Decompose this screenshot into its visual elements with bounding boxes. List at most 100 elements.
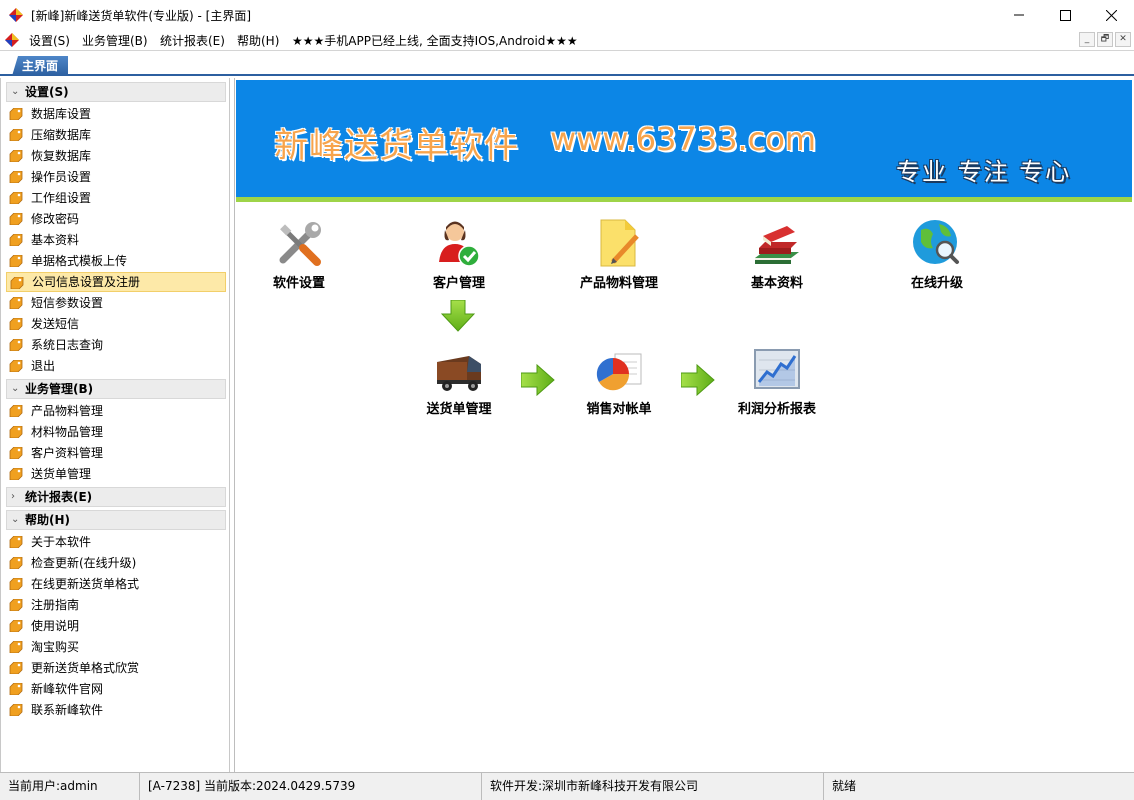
sidebar-item-label: 在线更新送货单格式 [31, 577, 140, 591]
sidebar-item-label: 材料物品管理 [31, 425, 104, 439]
sidebar-item[interactable]: 注册指南 [6, 595, 226, 615]
sidebar-item-label: 短信参数设置 [31, 296, 104, 310]
tile-profit-report[interactable]: 利润分析报表 [717, 344, 837, 417]
tag-icon [9, 192, 23, 204]
tile-customer-mgmt[interactable]: 客户管理 [399, 218, 519, 291]
mdi-minimize-button[interactable]: _ [1079, 32, 1095, 47]
tag-icon [9, 683, 23, 695]
sidebar-item[interactable]: 操作员设置 [6, 167, 226, 187]
sidebar-item-label: 关于本软件 [31, 535, 92, 549]
sidebar-item[interactable]: 单据格式模板上传 [6, 251, 226, 271]
sidebar-item-label: 新峰软件官网 [31, 682, 104, 696]
tile-label: 基本资料 [750, 276, 803, 291]
tile-sales-statement[interactable]: 销售对帐单 [559, 344, 679, 417]
close-icon [1105, 9, 1117, 21]
minimize-button[interactable] [996, 0, 1042, 30]
tile-online-upgrade[interactable]: 在线升级 [877, 218, 997, 291]
tile-product-mgmt[interactable]: 产品物料管理 [559, 218, 679, 291]
status-user: 当前用户:admin [0, 773, 140, 800]
sidebar-item-label: 送货单管理 [31, 467, 92, 481]
sidebar-item[interactable]: 关于本软件 [6, 532, 226, 552]
sidebar-item-label: 更新送货单格式欣赏 [31, 661, 140, 675]
sidebar-item-label: 压缩数据库 [31, 128, 92, 142]
sidebar-item[interactable]: 基本资料 [6, 230, 226, 250]
tag-icon [9, 468, 23, 480]
banner: 新峰送货单软件 www.63733.com 专业 专注 专心 [236, 80, 1132, 202]
sidebar-item[interactable]: 新峰软件官网 [6, 679, 226, 699]
tile-basic-info[interactable]: 基本资料 [717, 218, 837, 291]
menu-business[interactable]: 业务管理(B) [80, 32, 150, 49]
sidebar-item[interactable]: 恢复数据库 [6, 146, 226, 166]
tile-delivery-mgmt[interactable]: 送货单管理 [399, 344, 519, 417]
document-pencil-icon [600, 219, 639, 267]
tag-icon [9, 129, 23, 141]
sidebar-item-label: 公司信息设置及注册 [32, 275, 141, 289]
tag-icon [9, 536, 23, 548]
sidebar-item[interactable]: 检查更新(在线升级) [6, 553, 226, 573]
sidebar-item-label: 恢复数据库 [31, 149, 92, 163]
sidebar-item[interactable]: 发送短信 [6, 314, 226, 334]
tag-icon [9, 213, 23, 225]
sidebar-group-label: 业务管理(B) [25, 382, 94, 396]
tab-main[interactable]: 主界面 [12, 56, 68, 76]
arrow-down-icon [441, 300, 475, 332]
tag-icon [9, 234, 23, 246]
sidebar-item[interactable]: 产品物料管理 [6, 401, 226, 421]
sidebar-group-label: 设置(S) [25, 85, 69, 99]
sidebar-item[interactable]: 短信参数设置 [6, 293, 226, 313]
sidebar-group-header[interactable]: ⌄ 帮助(H) [6, 510, 226, 530]
sidebar-item-label: 修改密码 [31, 212, 80, 226]
status-bar: 当前用户:admin [A-7238] 当前版本:2024.0429.5739 … [0, 772, 1134, 800]
close-button[interactable] [1088, 0, 1134, 30]
sidebar-item[interactable]: 压缩数据库 [6, 125, 226, 145]
banner-title: 新峰送货单软件 [274, 126, 519, 166]
sidebar-item[interactable]: 材料物品管理 [6, 422, 226, 442]
sidebar-group-header[interactable]: ⌄ 业务管理(B) [6, 379, 226, 399]
tile-software-settings[interactable]: 软件设置 [239, 218, 359, 291]
tag-icon [9, 578, 23, 590]
sidebar-item-label: 发送短信 [31, 317, 80, 331]
customer-icon [439, 221, 480, 267]
status-state: 就绪 [832, 779, 857, 793]
sidebar: ⌄ 设置(S) 数据库设置压缩数据库恢复数据库操作员设置工作组设置修改密码基本资料单… [0, 78, 230, 772]
sidebar-item[interactable]: 退出 [6, 356, 226, 376]
mdi-close-button[interactable]: ✕ [1115, 32, 1131, 47]
sidebar-item-label: 操作员设置 [31, 170, 92, 184]
sidebar-item[interactable]: 在线更新送货单格式 [6, 574, 226, 594]
tile-label: 利润分析报表 [737, 402, 816, 417]
sidebar-item[interactable]: 淘宝购买 [6, 637, 226, 657]
tag-icon [10, 277, 24, 289]
window-title: [新峰]新峰送货单软件(专业版) - [主界面] [31, 9, 252, 23]
tag-icon [9, 171, 23, 183]
sidebar-item[interactable]: 工作组设置 [6, 188, 226, 208]
minimize-icon [1014, 14, 1024, 16]
sidebar-group-header[interactable]: › 统计报表(E) [6, 487, 226, 507]
pie-chart-icon [596, 353, 642, 391]
tag-icon [9, 405, 23, 417]
sidebar-item[interactable]: 联系新峰软件 [6, 700, 226, 720]
tag-icon [9, 339, 23, 351]
sidebar-item[interactable]: 修改密码 [6, 209, 226, 229]
sidebar-item-label: 注册指南 [31, 598, 80, 612]
arrow-right-icon [521, 364, 555, 396]
sidebar-item[interactable]: 送货单管理 [6, 464, 226, 484]
app-menu-icon[interactable] [5, 33, 19, 47]
sidebar-item-label: 使用说明 [31, 619, 80, 633]
sidebar-item-label: 客户资料管理 [31, 446, 104, 460]
tag-icon [9, 426, 23, 438]
menu-app-announcement[interactable]: ★★★手机APP已经上线, 全面支持IOS,Android★★★ [290, 32, 580, 49]
sidebar-item[interactable]: 使用说明 [6, 616, 226, 636]
sidebar-item[interactable]: 客户资料管理 [6, 443, 226, 463]
tag-icon [9, 662, 23, 674]
menu-settings[interactable]: 设置(S) [27, 32, 72, 49]
sidebar-item[interactable]: 公司信息设置及注册 [6, 272, 226, 292]
sidebar-item[interactable]: 数据库设置 [6, 104, 226, 124]
menu-help[interactable]: 帮助(H) [235, 32, 281, 49]
menu-reports[interactable]: 统计报表(E) [158, 32, 227, 49]
mdi-restore-button[interactable]: 🗗 [1097, 32, 1113, 47]
maximize-button[interactable] [1042, 0, 1088, 30]
sidebar-item[interactable]: 更新送货单格式欣赏 [6, 658, 226, 678]
chevron-right-icon: › [11, 491, 15, 502]
sidebar-item[interactable]: 系统日志查询 [6, 335, 226, 355]
sidebar-group-header[interactable]: ⌄ 设置(S) [6, 82, 226, 102]
